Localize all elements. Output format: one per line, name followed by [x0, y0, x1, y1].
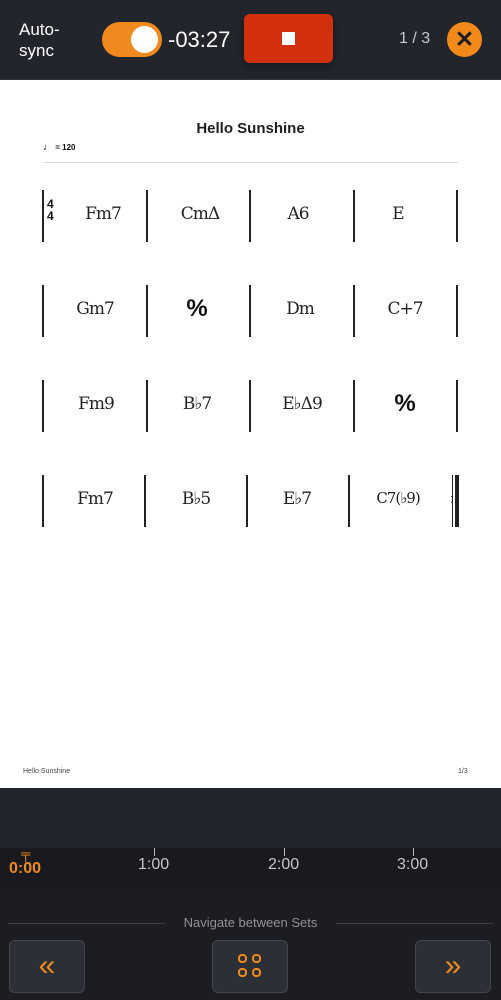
barline	[456, 190, 458, 242]
time-signature: 4 4	[47, 198, 54, 222]
barline	[146, 190, 148, 242]
song-title: Hello Sunshine	[196, 120, 305, 137]
timeline-track[interactable]	[0, 788, 501, 848]
previous-set-button[interactable]: «	[9, 940, 85, 993]
barline	[42, 190, 44, 242]
chord: E♭Δ9	[282, 394, 323, 414]
footer-page: 1/3	[458, 768, 468, 775]
countdown-timer: -03:27	[168, 27, 231, 52]
chord: E	[392, 204, 404, 224]
barline	[353, 190, 355, 242]
time-signature-bottom: 4	[47, 209, 54, 223]
lead-sheet[interactable]: Hello Sunshine ♩ = 120 4 4 Fm7 CmΔ A6 E …	[0, 80, 501, 788]
close-icon: ✕	[454, 26, 475, 52]
chord: B♭7	[182, 394, 212, 414]
chord: Gm7	[76, 299, 115, 319]
chord-row-1: 4 4 Fm7 CmΔ A6 E	[0, 190, 501, 242]
next-set-button[interactable]: »	[415, 940, 491, 993]
autosync-text: Auto- sync	[19, 20, 60, 60]
autosync-label: Auto- sync	[19, 19, 79, 61]
repeat-bar-icon: %	[186, 295, 208, 322]
title-rule	[43, 162, 458, 163]
timeline-tick	[154, 848, 155, 856]
timeline-label: 3:00	[397, 856, 429, 873]
barline	[246, 475, 248, 527]
chord: Fm7	[77, 489, 114, 509]
timeline-tick	[284, 848, 285, 856]
page-counter: 1 / 3	[399, 30, 431, 47]
barline	[146, 285, 148, 337]
sets-grid-button[interactable]	[212, 940, 288, 993]
chord: Fm9	[78, 394, 115, 414]
chord: B♭5	[181, 489, 211, 509]
final-barline	[455, 475, 459, 527]
chord: CmΔ	[180, 204, 220, 224]
barline	[42, 475, 44, 527]
barline	[249, 285, 251, 337]
nav-label: Navigate between Sets	[183, 915, 318, 930]
chord: Dm	[286, 299, 315, 319]
chord: E♭7	[282, 489, 312, 509]
barline	[452, 475, 453, 527]
playhead-marker-icon[interactable]: ╤	[21, 846, 30, 861]
chord-row-2: Gm7 % Dm C+7	[0, 285, 501, 337]
toggle-knob	[131, 26, 158, 53]
barline	[144, 475, 146, 527]
barline	[42, 285, 44, 337]
double-chevron-left-icon: «	[38, 949, 56, 982]
barline	[249, 380, 251, 432]
stop-button[interactable]	[244, 14, 333, 63]
quarter-note-icon: ♩	[43, 142, 53, 153]
top-bar: Auto- sync -03:27 1 / 3 ✕	[0, 0, 501, 79]
chord: A6	[287, 204, 309, 224]
chord-row-4: Fm7 B♭5 E♭7 C7(♭9) ··	[0, 475, 501, 527]
current-time: 0:00	[9, 860, 42, 877]
barline	[249, 190, 251, 242]
chord-row-3: Fm9 B♭7 E♭Δ9 %	[0, 380, 501, 432]
chord: Fm7	[85, 204, 122, 224]
barline	[456, 285, 458, 337]
timeline-label: 2:00	[268, 856, 300, 873]
repeat-bar-icon: %	[394, 390, 416, 417]
tempo-value: = 120	[55, 143, 76, 152]
barline	[348, 475, 350, 527]
close-button[interactable]: ✕	[447, 22, 482, 57]
barline	[456, 380, 458, 432]
autosync-toggle[interactable]	[102, 22, 162, 57]
timeline-tick	[413, 848, 414, 856]
grid-icon	[238, 954, 264, 980]
chord: C+7	[387, 299, 423, 319]
barline	[42, 380, 44, 432]
stop-icon	[282, 32, 295, 45]
tempo-marking: ♩ = 120	[43, 142, 75, 153]
barline	[146, 380, 148, 432]
footer-title: Hello Sunshine	[23, 768, 71, 775]
timeline-label: 1:00	[138, 856, 170, 873]
barline	[353, 285, 355, 337]
chord: C7(♭9)	[376, 489, 420, 507]
double-chevron-right-icon: »	[444, 949, 462, 982]
barline	[353, 380, 355, 432]
